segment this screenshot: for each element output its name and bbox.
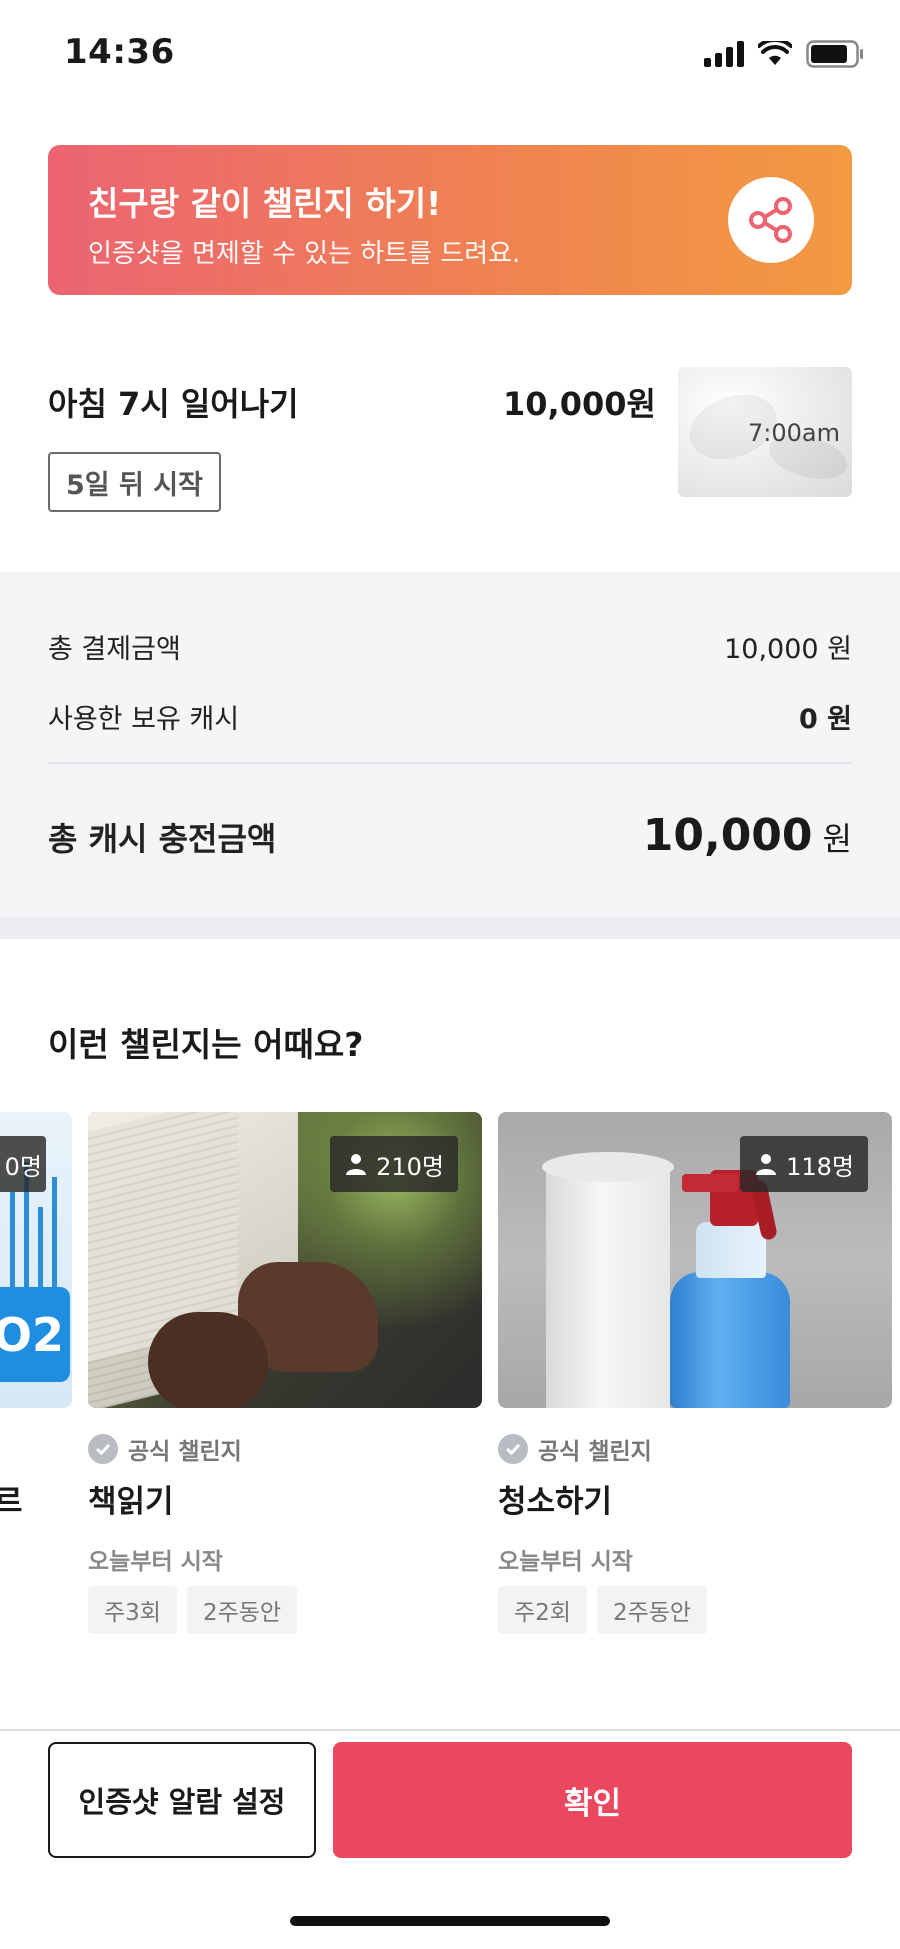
total-payment-row: 총 결제금액 10,000 원 bbox=[48, 627, 852, 666]
cash-charge-unit: 원 bbox=[822, 820, 852, 858]
cellular-signal-icon bbox=[704, 41, 744, 67]
payment-summary: 총 결제금액 10,000 원 사용한 보유 캐시 0 원 총 캐시 충전금액 … bbox=[0, 572, 900, 917]
invite-friend-banner[interactable]: 친구랑 같이 챌린지 하기! 인증샷을 면제할 수 있는 하트를 드려요. bbox=[48, 145, 852, 295]
frequency-chip: 주2회 bbox=[498, 1586, 587, 1634]
cleaning-image: 118명 bbox=[498, 1112, 892, 1408]
challenge-payment-screen: 14:36 친구랑 같이 챌린지 하기! 인증샷을 면제할 수 있는 하트를 드… bbox=[0, 0, 900, 1949]
cash-charge-value: 10,000 원 bbox=[643, 810, 852, 861]
challenge-title: 아침 7시 일어나기 bbox=[48, 385, 299, 423]
share-icon bbox=[749, 197, 792, 243]
start-badge: 5일 뒤 시작 bbox=[48, 452, 221, 512]
participant-count: 210명 bbox=[376, 1152, 444, 1181]
duration-chip: 2주동안 bbox=[596, 1586, 708, 1634]
used-cash-row: 사용한 보유 캐시 0 원 bbox=[48, 697, 852, 736]
participant-count-chip: 118명 bbox=[740, 1136, 868, 1192]
partial-card-name: 르 bbox=[0, 1484, 23, 1520]
duration-chip: 2주동안 bbox=[186, 1586, 298, 1634]
bottom-divider bbox=[0, 1729, 900, 1731]
participant-count-chip: 210명 bbox=[330, 1136, 458, 1192]
total-payment-value: 10,000 원 bbox=[724, 634, 852, 665]
card-start: 오늘부터 시작 bbox=[498, 1549, 633, 1575]
cash-charge-amount: 10,000 bbox=[642, 810, 813, 861]
challenge-thumbnail: 7:00am bbox=[678, 367, 852, 497]
challenge-summary: 아침 7시 일어나기 10,000원 5일 뒤 시작 7:00am bbox=[48, 365, 852, 512]
recommendation-card-reading[interactable]: 210명 공식 챌린지 책읽기 오늘부터 시작 주3회 2주동안 bbox=[88, 1112, 482, 1634]
cash-charge-label: 총 캐시 충전금액 bbox=[48, 820, 277, 858]
status-icons bbox=[704, 40, 864, 68]
official-label-text: 공식 챌린지 bbox=[538, 1439, 652, 1465]
used-cash-value: 0 원 bbox=[798, 704, 852, 735]
person-icon bbox=[346, 1154, 367, 1175]
wifi-icon bbox=[758, 41, 792, 65]
frequency-chip: 주3회 bbox=[88, 1586, 177, 1634]
total-payment-label: 총 결제금액 bbox=[48, 634, 181, 665]
recommendations-title: 이런 챌린지는 어때요? bbox=[48, 1025, 364, 1064]
confirm-button[interactable]: 확인 bbox=[333, 1742, 852, 1858]
cash-charge-row: 총 캐시 충전금액 10,000 원 bbox=[48, 810, 852, 861]
verified-check-icon bbox=[498, 1434, 528, 1464]
alarm-setting-button[interactable]: 인증샷 알람 설정 bbox=[48, 1742, 316, 1858]
reading-image: 210명 bbox=[88, 1112, 482, 1408]
card-name: 책읽기 bbox=[88, 1484, 174, 1520]
section-separator bbox=[0, 917, 900, 939]
status-bar: 14:36 bbox=[0, 0, 900, 110]
payment-divider bbox=[48, 762, 852, 764]
participant-count: 118명 bbox=[786, 1152, 854, 1181]
thumbnail-time-text: 7:00am bbox=[748, 419, 840, 447]
card-chips: 주3회 2주동안 bbox=[88, 1586, 298, 1634]
share-button[interactable] bbox=[728, 177, 814, 263]
card-start: 오늘부터 시작 bbox=[88, 1549, 223, 1575]
official-label-text: 공식 챌린지 bbox=[128, 1439, 242, 1465]
official-challenge-label: 공식 챌린지 bbox=[498, 1432, 652, 1466]
card-chips: 주2회 2주동안 bbox=[498, 1586, 708, 1634]
battery-icon bbox=[806, 40, 863, 68]
person-icon bbox=[756, 1154, 777, 1175]
partial-count-chip: 0명 bbox=[0, 1136, 46, 1192]
banner-subtitle: 인증샷을 면제할 수 있는 하트를 드려요. bbox=[88, 239, 521, 269]
recommendation-card-cleaning[interactable]: 118명 공식 챌린지 청소하기 오늘부터 시작 주2회 2주동안 bbox=[498, 1112, 892, 1634]
recommendation-card-partial[interactable]: O2 0명 bbox=[0, 1112, 72, 1408]
banner-title: 친구랑 같이 챌린지 하기! bbox=[88, 184, 442, 223]
used-cash-label: 사용한 보유 캐시 bbox=[48, 704, 240, 735]
official-challenge-label: 공식 챌린지 bbox=[88, 1432, 242, 1466]
challenge-price: 10,000원 bbox=[503, 385, 656, 423]
status-time: 14:36 bbox=[64, 32, 175, 72]
card-name: 청소하기 bbox=[498, 1484, 613, 1520]
verified-check-icon bbox=[88, 1434, 118, 1464]
home-indicator bbox=[290, 1916, 610, 1926]
